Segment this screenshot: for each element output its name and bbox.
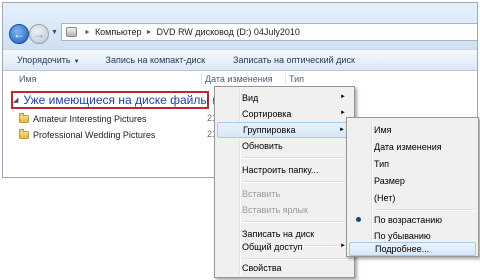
folder-icon — [19, 128, 29, 139]
list-item[interactable]: Amateur Interesting Pictures — [19, 112, 147, 125]
chevron-right-icon[interactable]: ► — [146, 29, 153, 36]
menu-item-share[interactable]: Общий доступ ► — [217, 239, 352, 255]
column-type[interactable]: Тип — [289, 74, 304, 84]
menu-item-properties[interactable]: Свойства — [217, 260, 352, 276]
menu-item-group[interactable]: Группировка ► — [217, 122, 352, 138]
breadcrumb-computer[interactable]: Компьютер — [95, 27, 142, 37]
folder-icon — [19, 112, 29, 123]
menu-separator — [243, 157, 351, 159]
menu-separator — [375, 209, 475, 211]
group-more-button[interactable]: Подробнее... — [349, 242, 476, 256]
menu-item-label: Вид — [242, 93, 259, 103]
navigation-bar: ← → ▼ ► Компьютер ► DVD RW дисковод (D:)… — [3, 3, 477, 49]
submenu-arrow-icon: ► — [340, 94, 346, 100]
column-divider[interactable] — [285, 73, 286, 84]
submenu-arrow-icon: ► — [339, 127, 345, 133]
menu-item-paste-shortcut: Вставить ярлык — [242, 205, 308, 215]
arrow-right-icon: → — [33, 27, 45, 41]
file-name: Professional Wedding Pictures — [33, 129, 156, 140]
forward-button[interactable]: → — [29, 24, 49, 44]
collapse-triangle-icon[interactable]: ◢ — [13, 96, 18, 104]
column-name[interactable]: Имя — [19, 74, 37, 84]
menu-item-sort[interactable]: Сортировка ► — [217, 106, 352, 122]
organize-button[interactable]: Упорядочить ▼ — [17, 55, 80, 65]
menu-separator — [243, 221, 351, 223]
drive-icon — [66, 27, 77, 37]
group-by-name[interactable]: Имя — [349, 122, 476, 138]
burn-optical-button[interactable]: Записать на оптический диск — [233, 55, 355, 65]
menu-item-refresh[interactable]: Обновить — [217, 138, 352, 154]
group-by-size[interactable]: Размер — [349, 173, 476, 189]
organize-label: Упорядочить — [17, 55, 71, 65]
file-name: Amateur Interesting Pictures — [33, 113, 147, 124]
menu-item-label: Общий доступ — [242, 242, 303, 252]
menu-item-view[interactable]: Вид ► — [217, 90, 352, 106]
arrow-left-icon: ← — [13, 27, 25, 41]
group-by-type[interactable]: Тип — [349, 156, 476, 172]
chevron-down-icon: ▼ — [73, 59, 80, 65]
group-header[interactable]: ◢ Уже имеющиеся на диске файлы (2) — [13, 93, 227, 107]
address-bar[interactable]: ► Компьютер ► DVD RW дисковод (D:) 04Jul… — [61, 23, 477, 41]
column-header: Имя Дата изменения Тип — [3, 71, 477, 86]
menu-item-paste: Вставить — [242, 189, 281, 199]
command-bar: Упорядочить ▼ Запись на компакт-диск Запи… — [3, 49, 477, 71]
menu-item-customize-folder[interactable]: Настроить папку... — [217, 162, 352, 178]
menu-item-label: По возрастанию — [374, 215, 442, 225]
burn-cd-button[interactable]: Запись на компакт-диск — [106, 55, 206, 65]
order-ascending[interactable]: По возрастанию — [349, 212, 476, 228]
group-header-label: Уже имеющиеся на диске файлы (2) — [23, 93, 227, 107]
menu-item-label: Группировка — [243, 125, 296, 135]
menu-separator — [243, 181, 351, 183]
menu-item-label: Сортировка — [242, 109, 292, 119]
submenu-arrow-icon: ► — [340, 110, 346, 116]
chevron-right-icon[interactable]: ► — [84, 29, 91, 36]
group-by-none[interactable]: (Нет) — [349, 190, 476, 206]
history-dropdown-icon[interactable]: ▼ — [51, 29, 58, 36]
radio-selected-icon — [356, 217, 361, 222]
group-by-date[interactable]: Дата изменения — [349, 139, 476, 155]
back-button[interactable]: ← — [9, 24, 29, 44]
column-date[interactable]: Дата изменения — [205, 74, 273, 84]
context-menu: Вид ► Сортировка ► Группировка ► Обновить Н… — [214, 86, 355, 278]
list-item[interactable]: Professional Wedding Pictures — [19, 128, 155, 141]
group-submenu: Имя Дата изменения Тип Размер (Нет) По в… — [346, 117, 479, 257]
breadcrumb-dvd-drive[interactable]: DVD RW дисковод (D:) 04July2010 — [156, 27, 299, 37]
column-divider[interactable] — [201, 73, 202, 84]
